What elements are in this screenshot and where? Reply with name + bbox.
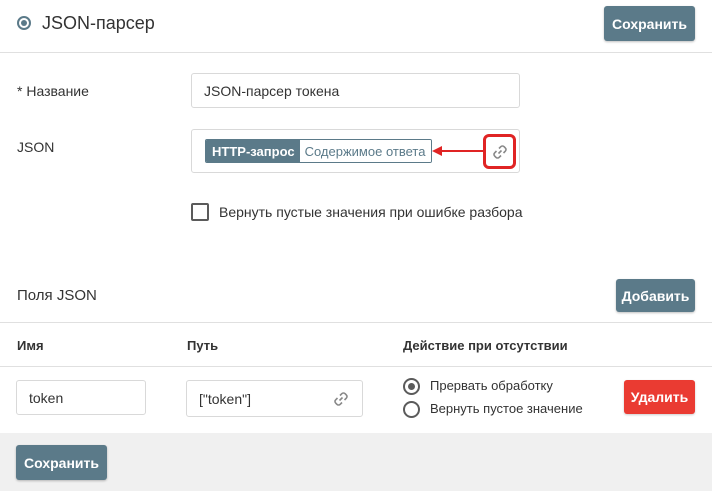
fields-section-title: Поля JSON — [17, 287, 97, 304]
json-variable-tag[interactable]: HTTP-запрос Содержимое ответа — [205, 139, 433, 163]
footer-save-button[interactable]: Сохранить — [16, 445, 107, 480]
table-header-divider — [0, 366, 712, 367]
empty-values-label: Вернуть пустые значения при ошибке разбо… — [219, 204, 523, 220]
json-tag-field: Содержимое ответа — [299, 140, 432, 162]
arrow-left-icon — [432, 146, 484, 156]
table-top-divider — [0, 322, 712, 323]
column-header-action: Действие при отсутствии — [403, 338, 568, 353]
radio-abort[interactable] — [403, 378, 420, 395]
json-tag-source: HTTP-запрос — [206, 140, 300, 162]
radio-empty-label: Вернуть пустое значение — [430, 401, 583, 416]
field-path-value: ["token"] — [199, 390, 251, 407]
add-field-button[interactable]: Добавить — [616, 279, 695, 312]
link-button[interactable] — [483, 134, 516, 169]
name-label: * Название — [17, 83, 89, 99]
field-name-input[interactable]: token — [16, 380, 146, 415]
page-title: JSON-парсер — [42, 13, 155, 33]
link-icon — [492, 144, 507, 159]
column-header-name: Имя — [17, 338, 44, 353]
radio-empty[interactable] — [403, 401, 420, 418]
column-header-path: Путь — [187, 338, 219, 353]
delete-field-button[interactable]: Удалить — [624, 380, 695, 414]
radio-abort-label: Прервать обработку — [430, 378, 553, 393]
name-input[interactable]: JSON-парсер токена — [191, 73, 520, 108]
json-label: JSON — [17, 139, 55, 155]
path-link-icon[interactable] — [333, 391, 349, 407]
header-icon — [17, 16, 31, 30]
divider — [0, 52, 712, 53]
empty-values-checkbox[interactable] — [191, 203, 209, 221]
save-button[interactable]: Сохранить — [604, 6, 695, 41]
